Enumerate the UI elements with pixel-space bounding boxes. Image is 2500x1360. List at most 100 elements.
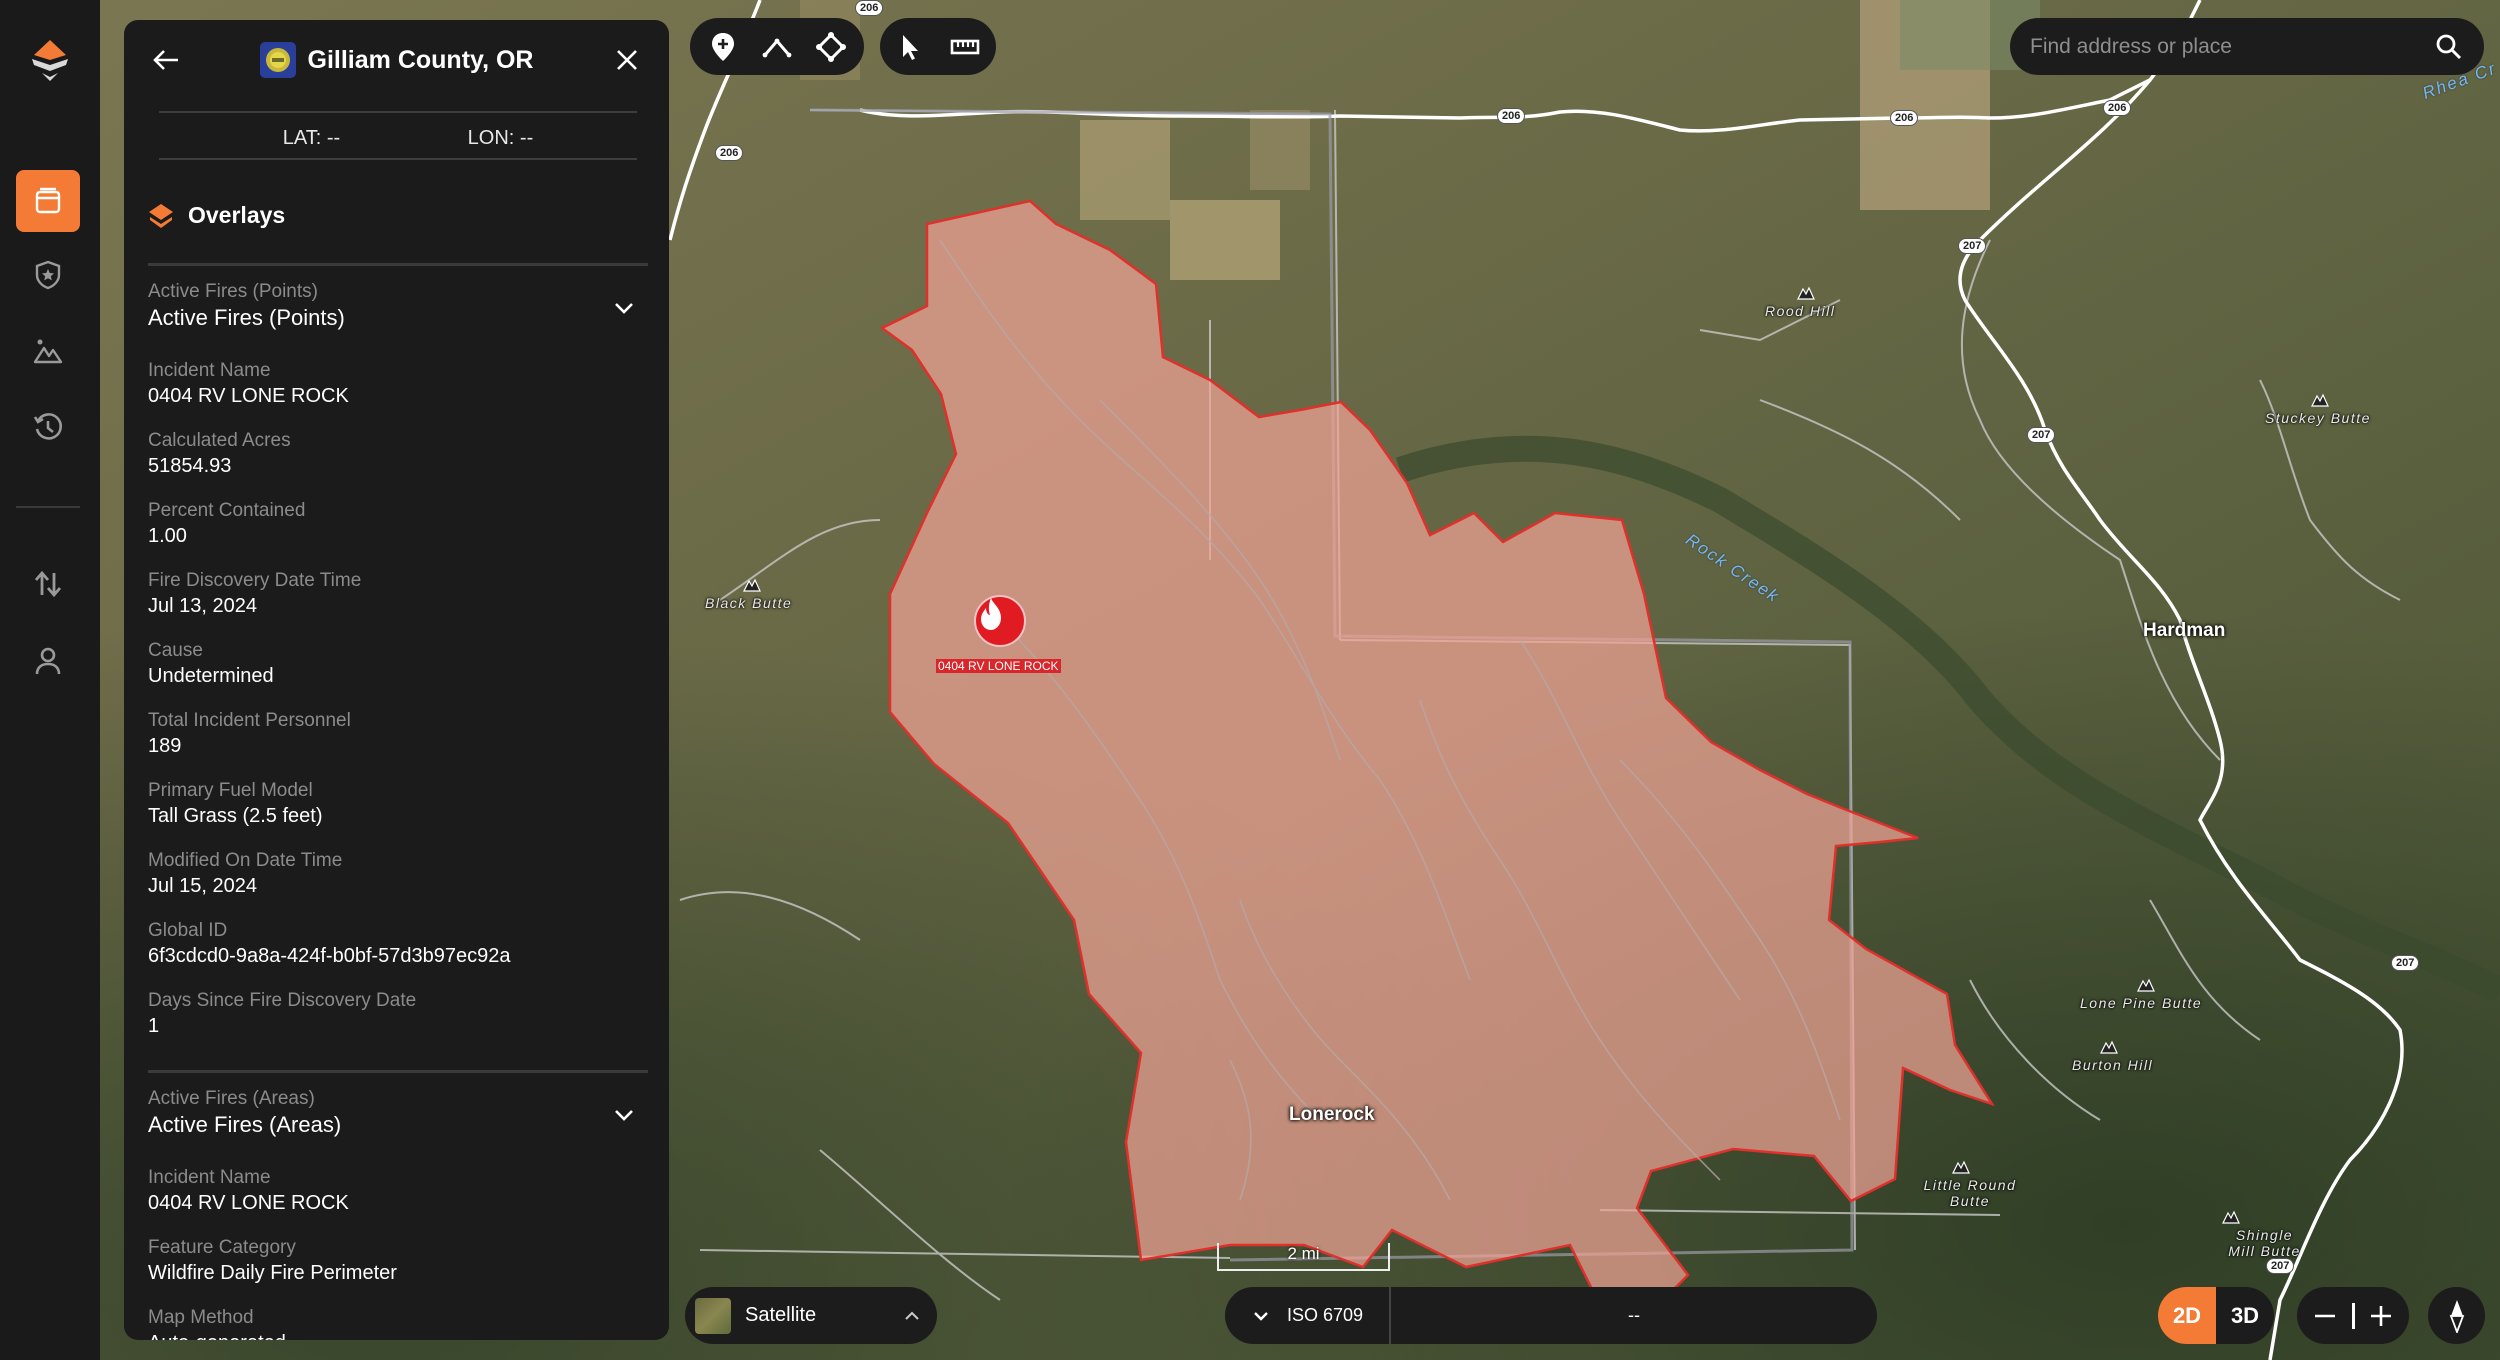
- road-shield: 207: [2266, 1258, 2295, 1274]
- basemap-label: Satellite: [745, 1304, 817, 1326]
- peak-label: Rood Hill: [1765, 303, 1836, 319]
- view-2d-button[interactable]: 2D: [2158, 1287, 2216, 1344]
- field-value: 1.00: [148, 525, 187, 547]
- road-shield: 206: [715, 145, 744, 161]
- field-label: Primary Fuel Model: [148, 780, 313, 801]
- peak-label: Burton Hill: [2072, 1057, 2154, 1073]
- field-value: Tall Grass (2.5 feet): [148, 805, 323, 827]
- field-label: Fire Discovery Date Time: [148, 570, 362, 591]
- sidebar-item-history[interactable]: [16, 396, 80, 458]
- draw-polygon-icon: [816, 31, 846, 62]
- field-global-id: Global ID 6f3cdcd0-9a8a-424f-b0bf-57d3b97…: [148, 919, 648, 969]
- section-subtitle: Active Fires (Areas): [148, 1088, 315, 1109]
- peak-icon: [1797, 286, 1815, 300]
- field-label: Map Method: [148, 1307, 254, 1328]
- compass-button[interactable]: [2428, 1287, 2485, 1344]
- zoom-out-button[interactable]: [2305, 1296, 2345, 1336]
- field-incident-name: Incident Name 0404 RV LONE ROCK: [148, 359, 648, 409]
- scale-bar: 2 mi: [1217, 1243, 1390, 1271]
- field-value: 51854.93: [148, 455, 232, 477]
- plus-icon: [2371, 1305, 2391, 1326]
- peak-label: Shingle Mill Butte: [2228, 1227, 2301, 1259]
- basemap-thumbnail: [695, 1297, 731, 1334]
- minus-icon: [2315, 1314, 2335, 1317]
- search-icon[interactable]: [2434, 32, 2464, 62]
- add-pin-button[interactable]: [696, 20, 750, 74]
- basemap-selector[interactable]: Satellite: [685, 1287, 937, 1344]
- field-incident-name: Incident Name 0404 RV LONE ROCK: [148, 1166, 648, 1216]
- field-modified-date: Modified On Date Time Jul 15, 2024: [148, 849, 648, 899]
- field-total-personnel: Total Incident Personnel 189: [148, 709, 648, 759]
- sidebar-item-account[interactable]: [16, 630, 80, 692]
- measure-button[interactable]: [938, 20, 992, 74]
- section-title: Active Fires (Points): [148, 305, 345, 330]
- section-header-active-fires-areas[interactable]: Active Fires (Areas) Active Fires (Areas…: [148, 1087, 648, 1147]
- field-label: Modified On Date Time: [148, 850, 343, 871]
- peak-icon: [1952, 1160, 1970, 1174]
- peak-icon: [2311, 393, 2329, 407]
- sidebar-item-sync[interactable]: [16, 553, 80, 615]
- field-label: Incident Name: [148, 1167, 271, 1188]
- field-primary-fuel-model: Primary Fuel Model Tall Grass (2.5 feet): [148, 779, 648, 829]
- peak-label: Black Butte: [705, 595, 793, 611]
- layers-icon: [149, 203, 173, 228]
- field-value: Undetermined: [148, 665, 274, 687]
- view-mode-toggle: 2D 3D: [2158, 1287, 2274, 1344]
- divider: [159, 158, 637, 160]
- field-label: Feature Category: [148, 1237, 296, 1258]
- zoom-in-button[interactable]: [2361, 1296, 2401, 1336]
- close-icon[interactable]: [609, 42, 645, 78]
- peak-icon: [743, 578, 761, 592]
- coordinate-format-dropdown[interactable]: ISO 6709: [1225, 1287, 1391, 1344]
- select-button[interactable]: [884, 20, 938, 74]
- panel-header: Gilliam County, OR: [124, 20, 669, 100]
- divider: [159, 111, 637, 113]
- fire-marker[interactable]: [974, 595, 1026, 647]
- field-days-since-discovery: Days Since Fire Discovery Date 1: [148, 989, 648, 1039]
- sidebar-item-saved[interactable]: [16, 244, 80, 306]
- field-calculated-acres: Calculated Acres 51854.93: [148, 429, 648, 479]
- field-cause: Cause Undetermined: [148, 639, 648, 689]
- field-value: 0404 RV LONE ROCK: [148, 385, 349, 407]
- field-feature-category: Feature Category Wildfire Daily Fire Peri…: [148, 1236, 648, 1286]
- latitude-readout: LAT: --: [282, 126, 341, 149]
- cursor-coordinate-value: --: [1628, 1305, 1640, 1325]
- section-title: Active Fires (Areas): [148, 1112, 342, 1137]
- peak-icon: [2137, 978, 2155, 992]
- draw-line-icon: [762, 38, 792, 57]
- peak-label: Lone Pine Butte: [2080, 995, 2203, 1011]
- field-value: 189: [148, 735, 182, 757]
- history-icon: [33, 413, 62, 440]
- field-value: Jul 15, 2024: [148, 875, 257, 897]
- sidebar-item-overlays-panel[interactable]: [16, 170, 80, 232]
- search-input[interactable]: [2030, 34, 2434, 59]
- field-value: Auto-generated: [148, 1330, 648, 1340]
- feature-info-panel: Gilliam County, OR LAT: -- LON: -- Overl…: [124, 20, 669, 1340]
- chevron-down-icon[interactable]: [610, 1101, 638, 1129]
- compass-icon: [2449, 1299, 2464, 1333]
- field-percent-contained: Percent Contained 1.00: [148, 499, 648, 549]
- sidebar: [0, 0, 100, 1360]
- peak-label: Little Round Butte: [1923, 1177, 2017, 1209]
- draw-polygon-button[interactable]: [804, 20, 858, 74]
- town-label: Hardman: [2143, 620, 2226, 641]
- flame-icon: [981, 598, 1001, 630]
- road-shield: 206: [855, 0, 884, 16]
- field-label: Cause: [148, 640, 203, 661]
- overlays-heading: Overlays: [148, 202, 285, 229]
- app-logo-icon[interactable]: [26, 38, 74, 84]
- road-shield: 207: [1958, 238, 1987, 254]
- coordinate-format-label: ISO 6709: [1287, 1305, 1364, 1325]
- sidebar-item-basemaps[interactable]: [16, 320, 80, 382]
- field-value: 1: [148, 1015, 160, 1037]
- peak-icon: [2222, 1210, 2240, 1224]
- chevron-down-icon[interactable]: [610, 294, 638, 322]
- panel-title: Gilliam County, OR: [307, 45, 534, 74]
- section-header-active-fires-points[interactable]: Active Fires (Points) Active Fires (Poin…: [148, 280, 648, 340]
- overlays-heading-label: Overlays: [188, 202, 286, 228]
- view-3d-button[interactable]: 3D: [2216, 1287, 2274, 1344]
- search-bar: [2010, 18, 2484, 75]
- fire-marker-label: 0404 RV LONE ROCK: [936, 659, 1061, 673]
- draw-line-button[interactable]: [750, 20, 804, 74]
- panel-icon: [35, 187, 61, 214]
